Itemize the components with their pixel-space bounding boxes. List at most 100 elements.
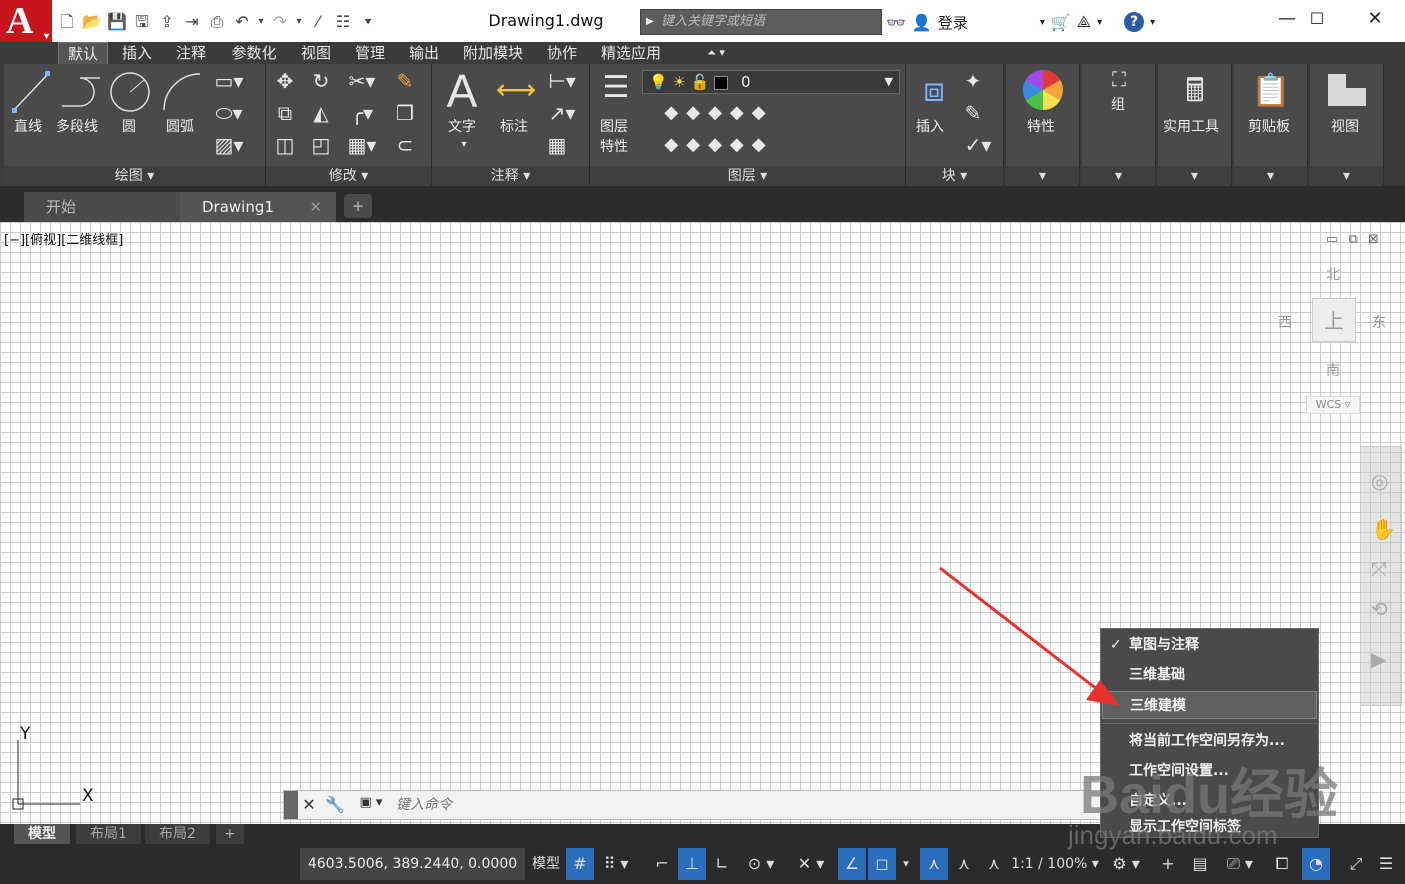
layout-tab-layout2[interactable]: 布局2	[145, 824, 210, 844]
units-icon[interactable]: ▤	[1186, 848, 1214, 880]
isolate-objects-icon[interactable]: ⧠	[1268, 848, 1296, 880]
array-icon[interactable]: ▦▾	[342, 134, 382, 156]
save-as-icon[interactable]: 🖫	[131, 11, 153, 33]
annotation-panel-title[interactable]: 注释 ▾	[432, 166, 589, 186]
showmotion-icon[interactable]: ▶	[1371, 647, 1386, 671]
wrench-icon[interactable]: 🔧	[324, 795, 346, 815]
arc-icon[interactable]	[160, 70, 204, 114]
block-attribute-icon[interactable]: ✓▾	[958, 134, 998, 156]
text-icon[interactable]: A	[440, 66, 484, 116]
linear-dim-icon[interactable]: ⊢▾	[542, 70, 582, 92]
hardware-acceleration-icon[interactable]: ◔	[1302, 848, 1330, 880]
isodraft-icon[interactable]: ✕ ▾	[788, 848, 834, 880]
compass-south[interactable]: 南	[1326, 360, 1340, 380]
create-block-icon[interactable]: ✦	[958, 70, 988, 92]
polyline-label[interactable]: 多段线	[56, 116, 98, 136]
layer-properties-label-2[interactable]: 特性	[600, 136, 628, 156]
explode-icon[interactable]: ❒	[390, 102, 420, 124]
circle-label[interactable]: 圆	[122, 116, 136, 136]
auto-scale-icon[interactable]: ⋏	[950, 848, 978, 880]
zoom-icon[interactable]: ⤧	[1371, 557, 1387, 581]
add-layout-button[interactable]: +	[216, 824, 244, 844]
chevron-down-icon[interactable]: ▾	[1097, 17, 1102, 28]
compass-north[interactable]: 北	[1326, 264, 1340, 284]
chevron-down-icon[interactable]: ▾	[294, 11, 304, 33]
annotation-visibility-icon[interactable]: ⋏	[920, 848, 948, 880]
calculator-icon[interactable]: 🖩	[1174, 68, 1216, 112]
file-tab-drawing1[interactable]: Drawing1 ✕	[180, 192, 336, 222]
dimension-icon[interactable]: ⟷	[494, 72, 538, 108]
file-tab-start[interactable]: 开始	[24, 192, 184, 222]
line-label[interactable]: 直线	[14, 116, 42, 136]
import-icon[interactable]: ⇥	[181, 11, 203, 33]
menu-item-save-workspace-as[interactable]: 将当前工作空间另存为...	[1102, 727, 1317, 755]
layer-tools-row-2[interactable]: ◆◆◆◆◆	[644, 134, 794, 156]
stretch-icon[interactable]: ◫	[270, 134, 300, 156]
close-icon[interactable]: ✕	[309, 192, 322, 222]
properties-icon[interactable]: ☷	[332, 11, 354, 33]
clipboard-icon[interactable]: 📋	[1250, 68, 1292, 112]
modify-panel-title[interactable]: 修改 ▾	[266, 166, 431, 186]
open-icon[interactable]: 📂	[81, 11, 103, 33]
cart-icon[interactable]: 🛒	[1051, 13, 1071, 32]
customize-icon[interactable]: ⯆	[357, 11, 379, 33]
fillet-icon[interactable]: ╭▾	[342, 102, 382, 124]
menu-item-3d-modeling[interactable]: 三维建模	[1102, 691, 1317, 719]
layers-panel-title[interactable]: 图层 ▾	[590, 166, 905, 186]
offset-icon[interactable]: ⊂	[390, 134, 420, 156]
close-icon[interactable]: ⊠	[1368, 232, 1379, 247]
restore-icon[interactable]: ⧉	[1348, 232, 1357, 247]
tab-featured-apps[interactable]: 精选应用	[592, 42, 670, 64]
leader-icon[interactable]: ↗▾	[542, 102, 582, 124]
insert-label[interactable]: 插入	[916, 116, 944, 136]
search-input[interactable]: ▶ 键入关键字或短语	[640, 9, 882, 35]
chevron-down-icon[interactable]: ▾	[1158, 166, 1231, 186]
chevron-down-icon[interactable]: ▾	[256, 11, 266, 33]
tab-default[interactable]: 默认	[58, 42, 108, 64]
menu-item-drafting-annotation[interactable]: ✓ 草图与注释	[1102, 631, 1317, 659]
color-wheel-icon[interactable]	[1021, 68, 1065, 112]
menu-item-workspace-settings[interactable]: 工作空间设置...	[1102, 757, 1317, 785]
minimize-icon[interactable]: ▭	[1326, 232, 1338, 247]
new-icon[interactable]: 🗋	[56, 11, 78, 33]
drag-handle[interactable]	[284, 791, 298, 819]
menu-item-display-workspace-label[interactable]: 显示工作空间标签	[1102, 817, 1317, 837]
polyline-icon[interactable]	[60, 74, 104, 110]
ellipse-icon[interactable]: ⬭▾	[214, 102, 244, 124]
viewport-controls-label[interactable]: [−][俯视][二维线框]	[4, 229, 123, 248]
tab-addins[interactable]: 附加模块	[454, 42, 532, 64]
clean-screen-icon[interactable]: ⤢	[1342, 848, 1370, 880]
annotation-scale-dropdown[interactable]: 1:1 / 100% ▾	[1010, 848, 1100, 880]
tab-parametric[interactable]: 参数化	[222, 42, 286, 64]
rotate-icon[interactable]: ↻	[306, 70, 336, 92]
tab-insert[interactable]: 插入	[112, 42, 162, 64]
compass-west[interactable]: 西	[1278, 312, 1292, 332]
compass-east[interactable]: 东	[1372, 312, 1386, 332]
menu-item-customize[interactable]: 自定义...	[1102, 787, 1317, 815]
circle-icon[interactable]	[108, 70, 152, 114]
close-icon[interactable]: ✕	[298, 795, 320, 815]
grid-icon[interactable]: #	[566, 848, 594, 880]
orbit-icon[interactable]: ⟲	[1371, 597, 1388, 621]
tab-view[interactable]: 视图	[292, 42, 340, 64]
application-menu-button[interactable]: A ▾	[0, 0, 52, 42]
save-icon[interactable]: 💾	[106, 11, 128, 33]
chevron-down-icon[interactable]: ▾	[1234, 166, 1307, 186]
workspace-switch-gear-icon[interactable]: ⚙ ▾	[1102, 848, 1150, 880]
chevron-down-icon[interactable]: ▾	[454, 134, 474, 156]
utilities-label[interactable]: 实用工具	[1163, 116, 1219, 136]
layer-tools-row-1[interactable]: ◆◆◆◆◆	[644, 102, 794, 124]
rectangle-icon[interactable]: ▭▾	[214, 70, 244, 92]
object-snap-icon[interactable]: ◻	[868, 848, 896, 880]
redo-icon[interactable]: ↷	[269, 11, 291, 33]
publish-icon[interactable]: ⇪	[156, 11, 178, 33]
text-label[interactable]: 文字	[448, 116, 476, 136]
model-space-button[interactable]: 模型	[528, 848, 564, 880]
arc-label[interactable]: 圆弧	[166, 116, 194, 136]
viewcube[interactable]: 北 西 东 上 南 WCS ▿	[1278, 260, 1392, 420]
wcs-dropdown[interactable]: WCS ▿	[1306, 396, 1360, 414]
tab-annotate[interactable]: 注释	[166, 42, 216, 64]
erase-icon[interactable]: ✎	[390, 70, 420, 92]
plot-icon[interactable]: ⎙	[206, 11, 228, 33]
chevron-down-icon[interactable]: ▾	[1150, 17, 1155, 28]
